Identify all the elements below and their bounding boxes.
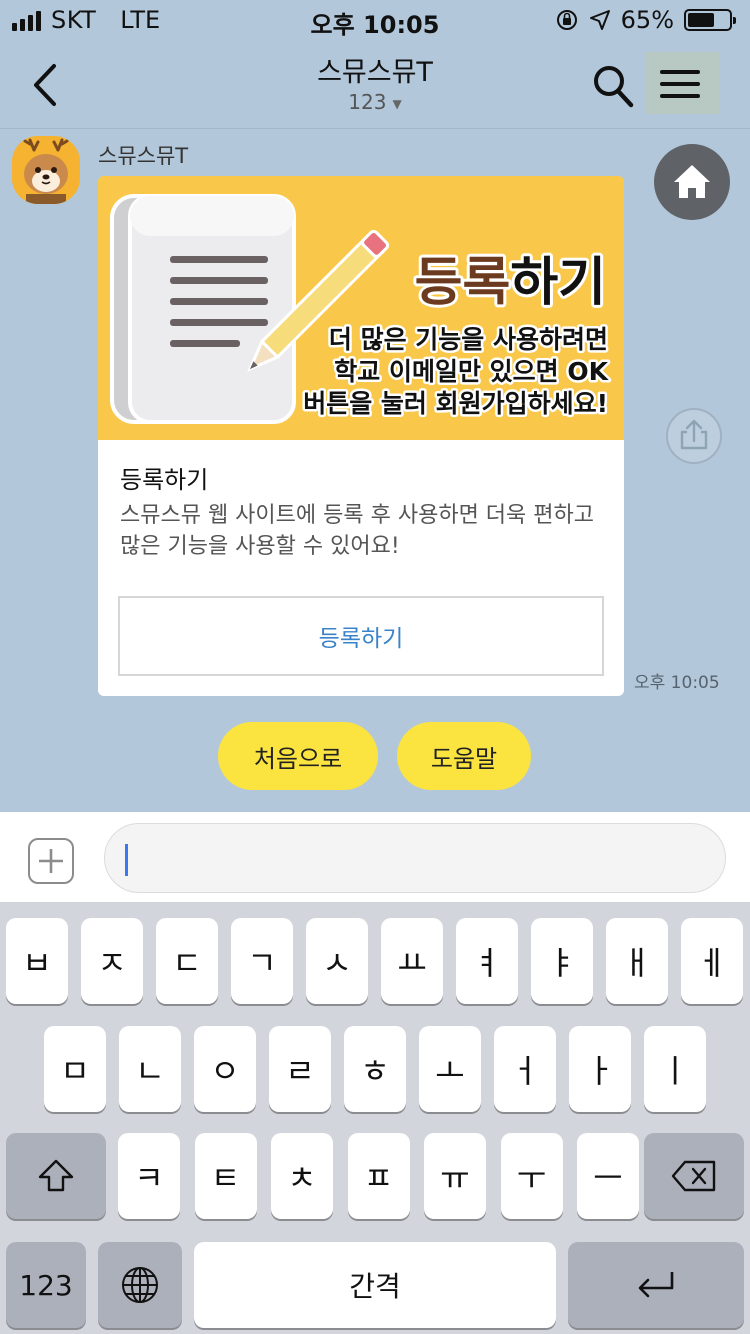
battery-percent: 65% [620,6,674,34]
chat-room-title[interactable]: 스뮤스뮤T [0,50,750,89]
key[interactable]: ㅛ [381,918,443,1004]
key[interactable]: ㄱ [231,918,293,1004]
menu-icon-bar [660,82,700,86]
key[interactable]: ㄷ [156,918,218,1004]
share-button[interactable] [666,408,722,464]
key[interactable]: ㄹ [269,1026,331,1112]
location-icon [589,10,610,30]
quick-reply-help[interactable]: 도움말 [397,722,531,790]
banner-line-2: 학교 이메일만 있으면 OK [334,357,609,386]
message-time: 오후 10:05 [634,673,720,693]
key[interactable]: ㅓ [494,1026,556,1112]
header-divider [0,128,750,129]
key[interactable]: ㅈ [81,918,143,1004]
member-count[interactable]: 123 ▼ [0,90,750,114]
backspace-key[interactable] [644,1133,744,1219]
numbers-key[interactable]: 123 [6,1242,86,1328]
chat-header: 스뮤스뮤T 123 ▼ [0,40,750,128]
key[interactable]: ㅊ [271,1133,333,1219]
globe-icon [122,1267,158,1303]
home-icon [674,165,710,198]
key[interactable]: ㅎ [344,1026,406,1112]
key[interactable]: ㄴ [119,1026,181,1112]
globe-key[interactable] [98,1242,182,1328]
space-key[interactable]: 간격 [194,1242,556,1328]
key[interactable]: ㅏ [569,1026,631,1112]
return-key[interactable] [568,1242,744,1328]
deer-icon [12,136,80,204]
banner-headline: 등록하기 [415,253,606,313]
key[interactable]: ㅍ [347,1133,410,1219]
key[interactable]: ㅗ [419,1026,481,1112]
register-button[interactable]: 등록하기 [118,596,604,676]
key[interactable]: ㅔ [681,918,743,1004]
banner-line-3: 버튼을 눌러 회원가입하세요! [303,389,608,418]
key[interactable]: ㅌ [194,1133,257,1219]
shift-key[interactable] [6,1133,106,1219]
caret-down-icon: ▼ [392,96,402,111]
shift-icon [38,1159,74,1192]
status-right: 65% [555,6,736,34]
sender-name: 스뮤스뮤T [98,144,189,168]
key[interactable]: ㅐ [606,918,668,1004]
battery-fill [688,13,714,27]
key[interactable]: ㅁ [44,1026,106,1112]
quick-reply-start[interactable]: 처음으로 [218,722,378,790]
text-cursor [125,844,128,876]
member-count-value: 123 [348,90,387,114]
status-bar: SKT LTE 오후 10:05 65% [0,0,750,40]
plus-icon [39,849,63,873]
key[interactable]: ㅠ [424,1133,486,1219]
share-icon [680,419,708,450]
key[interactable]: ㅣ [644,1026,706,1112]
key[interactable]: ㅡ [577,1133,639,1219]
key[interactable]: ㅇ [194,1026,256,1112]
menu-button[interactable] [646,52,720,114]
message-card: 등록하기 더 많은 기능을 사용하려면 학교 이메일만 있으면 OK 버튼을 눌… [98,176,624,696]
register-banner[interactable]: 등록하기 더 많은 기능을 사용하려면 학교 이메일만 있으면 OK 버튼을 눌… [98,176,624,440]
key[interactable]: ㅑ [531,918,593,1004]
banner-line-1: 더 많은 기능을 사용하려면 [329,325,608,354]
orientation-lock-icon [556,10,577,30]
backspace-icon [671,1160,716,1192]
return-icon [638,1272,674,1298]
attach-button[interactable] [28,838,74,884]
key[interactable]: ㅅ [306,918,368,1004]
card-title: 등록하기 [120,466,209,494]
card-description: 스뮤스뮤 웹 사이트에 등록 후 사용하면 더욱 편하고 많은 기능을 사용할 … [120,503,594,559]
message-input[interactable] [104,823,726,893]
notepad-icon [110,194,296,424]
menu-icon [660,70,700,74]
search-button[interactable] [592,64,634,108]
message-input-bar [0,812,750,902]
home-button[interactable] [654,144,730,220]
key[interactable]: ㅜ [500,1133,563,1219]
sender-avatar[interactable] [12,136,80,204]
key[interactable]: ㅋ [118,1133,180,1219]
menu-icon-bar [660,94,700,98]
battery-icon [684,9,736,31]
key[interactable]: ㅂ [6,918,68,1004]
key[interactable]: ㅕ [456,918,518,1004]
keyboard: ㅂㅈㄷㄱㅅㅛㅕㅑㅐㅔ ㅁㄴㅇㄹㅎㅗㅓㅏㅣ ㅋㅌㅊㅍㅠㅜㅡ 123 간격 [0,902,750,1334]
